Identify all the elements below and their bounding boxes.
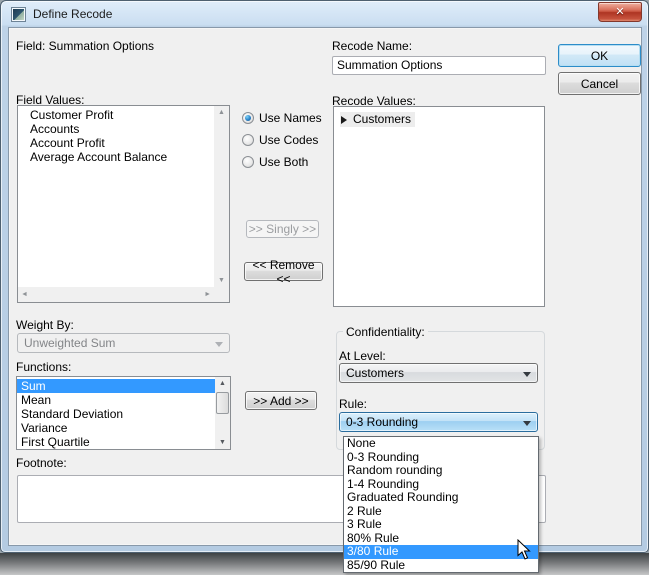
- rule-value: 0-3 Rounding: [346, 415, 418, 429]
- weight-by-combobox: Unweighted Sum: [17, 333, 230, 353]
- scroll-left-icon[interactable]: ◄: [21, 291, 28, 298]
- field-value-item[interactable]: Account Profit: [18, 136, 213, 150]
- background-window-strip: [0, 553, 649, 575]
- functions-list-items: SumMeanStandard DeviationVarianceFirst Q…: [17, 379, 215, 449]
- radio-label: Use Codes: [259, 133, 318, 147]
- close-button[interactable]: ✕: [598, 2, 642, 22]
- scroll-up-icon[interactable]: ▲: [218, 109, 225, 116]
- cancel-button[interactable]: Cancel: [558, 72, 641, 95]
- rule-option[interactable]: 2 Rule: [344, 505, 538, 519]
- chevron-down-icon: [523, 372, 531, 381]
- field-value-item[interactable]: Customer Profit: [18, 108, 213, 122]
- radio-label: Use Both: [259, 155, 308, 169]
- at-level-label: At Level:: [339, 349, 386, 363]
- scroll-right-icon[interactable]: ►: [204, 291, 211, 298]
- add-button[interactable]: >> Add >>: [245, 391, 317, 410]
- rule-option[interactable]: Graduated Rounding: [344, 491, 538, 505]
- mouse-cursor-icon: [517, 539, 531, 560]
- rule-option[interactable]: 1-4 Rounding: [344, 478, 538, 492]
- field-value-item[interactable]: Average Account Balance: [18, 150, 213, 164]
- recode-value-item[interactable]: Customers: [340, 112, 415, 127]
- radio-checked-icon: [242, 112, 254, 124]
- scroll-down-icon[interactable]: ▼: [219, 439, 226, 446]
- recode-name-input[interactable]: Summation Options: [332, 56, 546, 75]
- radio-use-codes[interactable]: Use Codes: [242, 129, 318, 151]
- function-item[interactable]: Mean: [17, 393, 215, 407]
- scroll-up-icon[interactable]: ▲: [219, 380, 226, 387]
- field-values-vertical-scrollbar[interactable]: ▲ ▼: [214, 106, 229, 287]
- function-item[interactable]: First Quartile: [17, 435, 215, 449]
- rule-label: Rule:: [339, 397, 367, 411]
- chevron-down-icon: [215, 342, 223, 351]
- rule-option[interactable]: 85/90 Rule: [344, 559, 538, 573]
- scrollbar-corner: [214, 287, 229, 302]
- close-icon: ✕: [615, 6, 624, 18]
- scrollbar-thumb[interactable]: [216, 392, 229, 414]
- recode-values-listbox[interactable]: Customers: [333, 106, 545, 307]
- expand-arrow-icon[interactable]: [341, 116, 347, 124]
- scroll-down-icon[interactable]: ▼: [218, 277, 225, 284]
- radio-use-both[interactable]: Use Both: [242, 151, 308, 173]
- field-value-item[interactable]: Accounts: [18, 122, 213, 136]
- function-item[interactable]: Standard Deviation: [17, 407, 215, 421]
- remove-button[interactable]: << Remove <<: [244, 262, 323, 281]
- at-level-combobox[interactable]: Customers: [339, 363, 538, 383]
- radio-label: Use Names: [259, 111, 322, 125]
- rule-option[interactable]: 80% Rule: [344, 532, 538, 546]
- weight-by-label: Weight By:: [16, 318, 74, 332]
- rule-dropdown-list[interactable]: None0-3 RoundingRandom rounding1-4 Round…: [343, 436, 539, 573]
- confidentiality-label: Confidentiality:: [343, 325, 428, 339]
- footnote-label: Footnote:: [16, 456, 67, 470]
- field-values-horizontal-scrollbar[interactable]: ◄ ►: [18, 287, 214, 302]
- radio-unchecked-icon: [242, 156, 254, 168]
- ok-button[interactable]: OK: [558, 44, 641, 67]
- singly-button[interactable]: >> Singly >>: [246, 220, 319, 238]
- rule-option[interactable]: Random rounding: [344, 464, 538, 478]
- functions-label: Functions:: [16, 360, 71, 374]
- radio-use-names[interactable]: Use Names: [242, 107, 322, 129]
- function-item[interactable]: Variance: [17, 421, 215, 435]
- recode-name-label: Recode Name:: [332, 39, 412, 53]
- chevron-down-icon: [523, 421, 531, 430]
- function-item[interactable]: Sum: [17, 379, 215, 393]
- field-values-items: Customer ProfitAccountsAccount ProfitAve…: [18, 108, 213, 286]
- field-values-listbox[interactable]: Customer ProfitAccountsAccount ProfitAve…: [17, 105, 230, 303]
- title-bar[interactable]: Define Recode ✕: [1, 1, 649, 27]
- rule-option[interactable]: 3 Rule: [344, 518, 538, 532]
- weight-by-value: Unweighted Sum: [24, 336, 115, 350]
- at-level-value: Customers: [346, 366, 404, 380]
- functions-listbox[interactable]: SumMeanStandard DeviationVarianceFirst Q…: [16, 376, 231, 450]
- rule-option[interactable]: 3/80 Rule: [344, 545, 538, 559]
- rule-option[interactable]: 0-3 Rounding: [344, 451, 538, 465]
- app-icon: [12, 8, 25, 21]
- window-title: Define Recode: [33, 1, 112, 28]
- radio-unchecked-icon: [242, 134, 254, 146]
- rule-combobox[interactable]: 0-3 Rounding: [339, 412, 538, 432]
- recode-value-label: Customers: [353, 112, 411, 127]
- rule-option[interactable]: None: [344, 437, 538, 451]
- field-label: Field: Summation Options: [16, 39, 154, 53]
